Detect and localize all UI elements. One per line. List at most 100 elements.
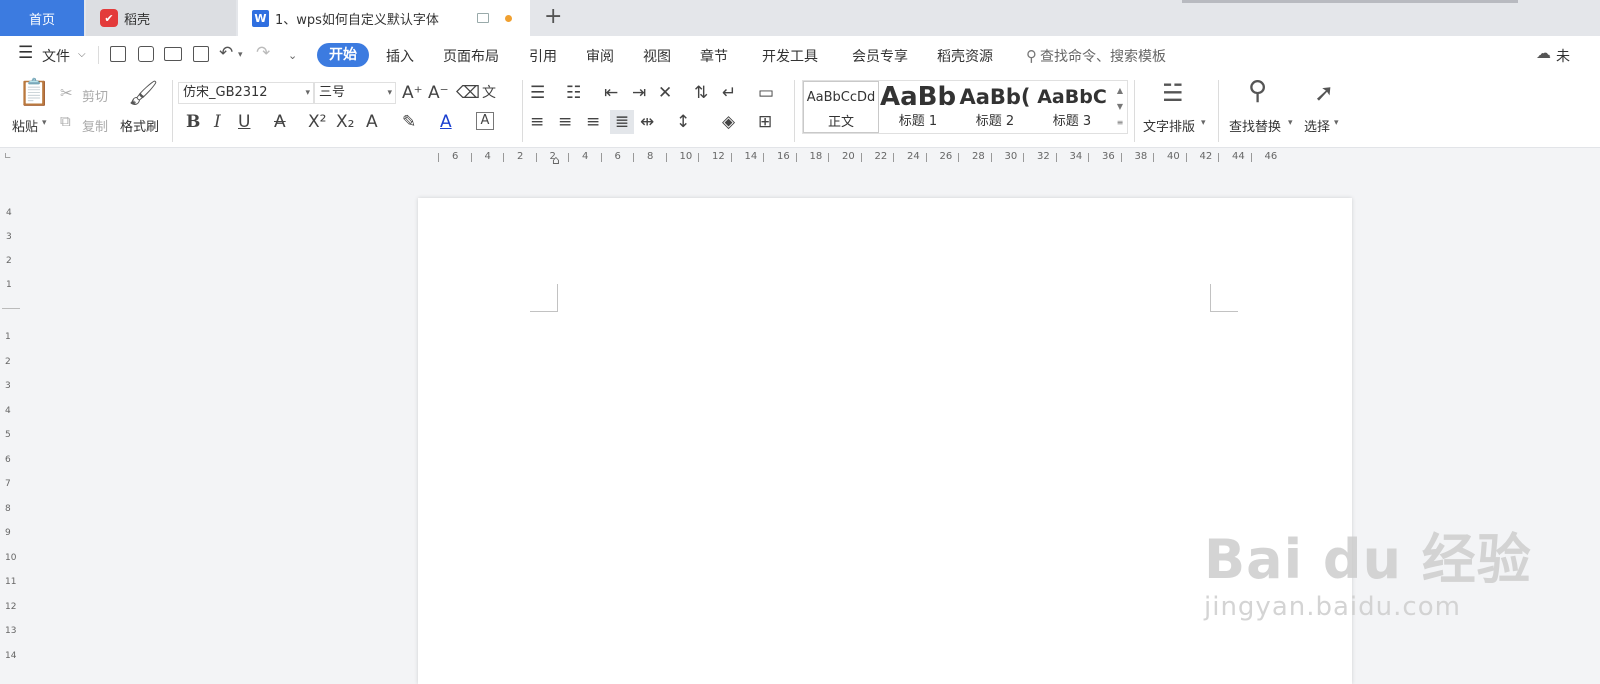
style-normal[interactable]: AaBbCcDd 正文 xyxy=(803,81,879,133)
sort-icon[interactable]: ⇅ xyxy=(694,83,708,103)
tab-stop-selector-icon[interactable]: ∟ xyxy=(4,152,12,162)
tab-home[interactable]: 首页 xyxy=(0,0,84,36)
clear-format-icon[interactable]: ⌫ xyxy=(456,83,480,103)
ruler-scale[interactable]: 6 4 2 2 4 6 8 10 12 14 16 18 20 22 24 26 28 30 32 34 36 38 40 4… xyxy=(430,151,1342,167)
font-size-select[interactable]: 三号 ▾ xyxy=(314,82,396,104)
text-layout-icon[interactable]: ☱ xyxy=(1162,78,1184,108)
select-cursor-icon[interactable]: ➚ xyxy=(1314,78,1334,108)
chinese-layout-icon[interactable]: ✕ xyxy=(658,83,672,103)
format-painter-button[interactable]: 格式刷 xyxy=(120,116,159,135)
copy-button[interactable]: 复制 xyxy=(82,116,108,135)
vertical-ruler[interactable]: 4 3 2 1 1 2 3 4 5 6 7 8 9 10 11 12 13 14 xyxy=(0,200,22,684)
copy-icon[interactable]: ⧉ xyxy=(60,112,71,130)
chevron-down-icon[interactable]: ▼ xyxy=(1117,102,1123,111)
hamburger-icon[interactable]: ☰ xyxy=(18,43,33,63)
paste-dropdown-icon[interactable]: ▾ xyxy=(42,118,47,128)
text-layout-button[interactable]: 文字排版 xyxy=(1143,116,1195,135)
styles-scroll[interactable]: ▲ ▼ ≡ xyxy=(1113,83,1127,131)
margin-mark-top-left xyxy=(530,284,558,312)
style-heading-2[interactable]: AaBb( 标题 2 xyxy=(957,81,1033,133)
new-tab-button[interactable]: + xyxy=(544,4,562,30)
font-color-icon[interactable]: A xyxy=(440,112,452,132)
chevron-down-icon[interactable]: ▾ xyxy=(1288,118,1293,128)
decrease-indent-icon[interactable]: ⇤ xyxy=(604,83,618,103)
bullet-list-icon[interactable]: ☰ xyxy=(530,83,545,103)
redo-icon[interactable]: ↷ xyxy=(256,43,270,63)
select-button[interactable]: 选择 xyxy=(1304,116,1330,135)
char-border-icon[interactable]: A xyxy=(476,112,494,130)
menu-daoke-resources[interactable]: 稻壳资源 xyxy=(937,46,993,66)
menu-member[interactable]: 会员专享 xyxy=(852,46,908,66)
bold-icon[interactable]: B xyxy=(186,112,200,132)
undo-dropdown-icon[interactable]: ▾ xyxy=(238,50,243,60)
save-icon[interactable] xyxy=(110,46,126,62)
highlight-icon[interactable]: ✎ xyxy=(402,112,416,132)
subscript-icon[interactable]: X₂ xyxy=(336,112,354,132)
undo-icon[interactable]: ↶ xyxy=(219,43,233,63)
ruler-tick-label: 10 xyxy=(679,151,693,162)
divider xyxy=(1134,80,1135,142)
numbered-list-icon[interactable]: ☷ xyxy=(566,83,581,103)
ruler-tick xyxy=(470,153,472,162)
style-name: 标题 3 xyxy=(1052,114,1092,129)
chevron-down-icon[interactable]: ▾ xyxy=(1201,118,1206,128)
menu-file[interactable]: 文件 xyxy=(42,46,70,66)
strikethrough-icon[interactable]: A xyxy=(274,112,286,132)
chevron-up-icon[interactable]: ▲ xyxy=(1117,86,1123,95)
italic-icon[interactable]: I xyxy=(214,112,221,132)
ruler-tick xyxy=(568,153,569,162)
menu-insert[interactable]: 插入 xyxy=(386,46,414,66)
menu-start[interactable]: 开始 xyxy=(317,43,369,67)
distribute-icon[interactable]: ⇹ xyxy=(640,112,654,132)
menu-developer[interactable]: 开发工具 xyxy=(762,46,818,66)
format-painter-icon[interactable]: 🖌 xyxy=(128,78,158,108)
align-center-icon[interactable]: ≡ xyxy=(558,112,572,132)
font-name-select[interactable]: 仿宋_GB2312 ▾ xyxy=(178,82,314,104)
print-icon[interactable] xyxy=(164,47,182,61)
menu-section[interactable]: 章节 xyxy=(700,46,728,66)
show-marks-icon[interactable]: ↵ xyxy=(722,83,736,103)
more-styles-icon[interactable]: ≡ xyxy=(1117,118,1124,127)
find-replace-icon[interactable]: ⚲ xyxy=(1248,76,1267,106)
paste-icon[interactable]: 📋 xyxy=(18,78,50,108)
increase-font-icon[interactable]: A⁺ xyxy=(402,83,423,103)
chevron-down-icon[interactable]: ▾ xyxy=(1334,118,1339,128)
command-search[interactable]: ⚲ 查找命令、搜索模板 xyxy=(1026,46,1166,66)
customize-toolbar-icon[interactable]: ⌄ xyxy=(288,49,297,62)
align-left-icon[interactable]: ≡ xyxy=(530,112,544,132)
shading-icon[interactable]: ◈ xyxy=(722,112,735,132)
style-heading-3[interactable]: AaBbC 标题 3 xyxy=(1034,81,1110,133)
decrease-font-icon[interactable]: A⁻ xyxy=(428,83,449,103)
menu-view[interactable]: 视图 xyxy=(643,46,671,66)
cut-icon[interactable]: ✂ xyxy=(60,84,73,102)
cloud-sync-icon[interactable]: ☁ xyxy=(1536,44,1551,62)
increase-indent-icon[interactable]: ⇥ xyxy=(632,83,646,103)
menu-review[interactable]: 审阅 xyxy=(586,46,614,66)
style-heading-1[interactable]: AaBb 标题 1 xyxy=(880,81,956,133)
paste-button[interactable]: 粘贴 xyxy=(12,116,38,135)
align-right-icon[interactable]: ≡ xyxy=(586,112,600,132)
ruler-tick-label: 5 xyxy=(5,430,11,440)
tab-document[interactable]: W 1、wps如何自定义默认字体 xyxy=(238,0,530,36)
menu-references[interactable]: 引用 xyxy=(529,46,557,66)
cut-button[interactable]: 剪切 xyxy=(82,86,108,105)
chevron-down-icon[interactable]: ⌵ xyxy=(78,49,86,60)
phonetic-guide-icon[interactable]: 文 xyxy=(482,83,496,103)
find-replace-button[interactable]: 查找替换 xyxy=(1229,116,1281,135)
menu-page-layout[interactable]: 页面布局 xyxy=(443,46,499,66)
text-effect-icon[interactable]: A xyxy=(366,112,378,132)
line-spacing-icon[interactable]: ↕ xyxy=(676,112,690,132)
indent-marker-icon[interactable]: ⌂ xyxy=(552,153,560,167)
print-preview-icon[interactable] xyxy=(193,46,209,62)
tab-daoke[interactable]: ✔ 稻壳 xyxy=(86,0,236,36)
superscript-icon[interactable]: X² xyxy=(308,112,326,132)
justify-icon[interactable]: ≣ xyxy=(610,110,634,134)
tab-daoke-label: 稻壳 xyxy=(124,12,151,28)
export-pdf-icon[interactable] xyxy=(138,46,154,62)
ruler-toggle-icon[interactable]: ▭ xyxy=(758,83,774,103)
pin-window-icon[interactable] xyxy=(477,13,489,23)
borders-icon[interactable]: ⊞ xyxy=(758,112,772,132)
ruler-tick xyxy=(958,153,959,162)
underline-icon[interactable]: U xyxy=(238,112,250,132)
ruler-tick-label: 44 xyxy=(1232,151,1245,162)
